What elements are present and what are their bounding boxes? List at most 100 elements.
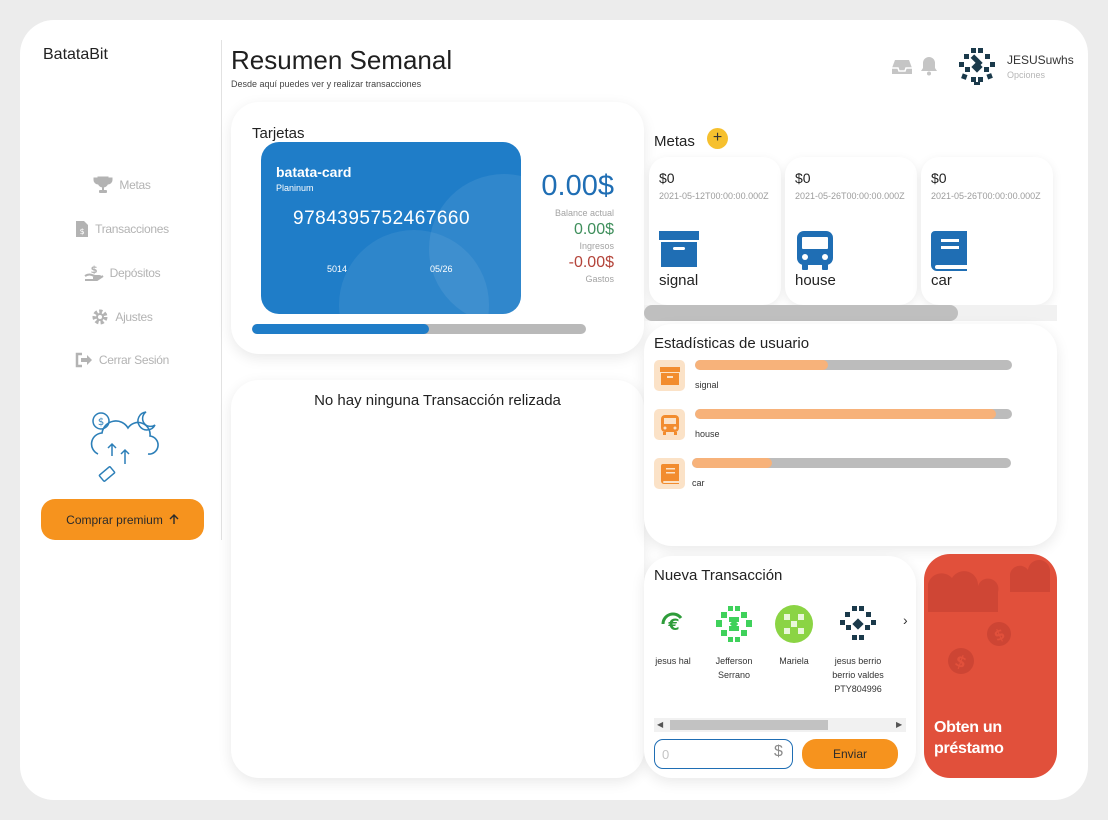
inbox-icon[interactable] <box>891 59 913 75</box>
goal-amount: $0 <box>795 170 811 186</box>
user-name[interactable]: JESUSuwhs <box>1007 53 1074 67</box>
transactions-panel <box>231 380 644 778</box>
stat-icon <box>654 409 685 440</box>
contact-item[interactable]: Jefferson Serrano <box>704 604 764 682</box>
sidebar-item-label: Ajustes <box>115 310 153 324</box>
bus-icon <box>660 414 679 435</box>
stat-icon <box>654 360 685 391</box>
invoice-icon: $ <box>76 221 89 237</box>
stat-bar <box>695 409 1012 419</box>
goal-date: 2021-05-26T00:00:00.000Z <box>795 191 905 201</box>
cards-progress-bar <box>252 324 586 334</box>
card-name: batata-card <box>276 164 352 180</box>
archive-box-icon <box>659 366 680 385</box>
trophy-icon <box>93 176 113 193</box>
contact-item[interactable]: € jesus hal <box>643 604 703 668</box>
goal-name: signal <box>659 272 699 289</box>
send-button[interactable]: Enviar <box>802 739 898 769</box>
bank-card[interactable]: batata-card Planinum 9784395752467660 50… <box>261 142 521 314</box>
buy-premium-button[interactable]: Comprar premium <box>41 499 204 540</box>
goals-title: Metas <box>654 133 695 150</box>
scroll-left-arrow[interactable]: ◀ <box>657 720 663 729</box>
book-icon <box>660 463 679 484</box>
bus-icon <box>797 231 833 270</box>
sidebar-item-cerrar-sesion[interactable]: Cerrar Sesión <box>60 352 184 368</box>
stat-icon <box>654 458 685 489</box>
stat-label: car <box>692 478 705 488</box>
page-title: Resumen Semanal <box>231 45 453 75</box>
stat-bar-fill <box>695 360 829 370</box>
user-avatar[interactable] <box>956 45 998 87</box>
contact-item[interactable]: Mariela <box>764 604 824 668</box>
sidebar-item-label: Transacciones <box>95 222 169 236</box>
sidebar-item-transacciones[interactable]: $ Transacciones <box>60 220 184 238</box>
bell-icon[interactable] <box>920 56 938 76</box>
contact-name: jesus berrio berrio valdes PTY804996 <box>832 656 884 694</box>
hand-coin-icon: $ <box>84 265 104 281</box>
sidebar-item-ajustes[interactable]: Ajustes <box>60 308 184 326</box>
euro-coin-avatar: € <box>661 612 683 634</box>
add-goal-button[interactable]: + <box>707 128 728 149</box>
sidebar-item-metas[interactable]: Metas <box>60 176 184 194</box>
user-options-link[interactable]: Opciones <box>1007 70 1045 80</box>
goal-amount: $0 <box>931 170 947 186</box>
card-cvv: 5014 <box>327 264 348 274</box>
goal-amount: $0 <box>659 170 675 186</box>
scroll-right-arrow[interactable]: ▶ <box>896 720 902 729</box>
svg-text:$: $ <box>98 417 104 428</box>
navy-pattern-avatar <box>840 606 876 640</box>
goal-name: house <box>795 272 836 289</box>
book-icon <box>931 231 967 271</box>
stat-label: house <box>695 429 720 439</box>
goal-date: 2021-05-12T00:00:00.000Z <box>659 191 769 201</box>
cloud-upload-illustration: $ <box>90 411 159 482</box>
contact-item[interactable]: jesus berrio berrio valdes PTY804996 <box>828 604 888 696</box>
transactions-empty-message: No hay ninguna Transacción relizada <box>314 392 561 409</box>
card-expiry: 05/26 <box>430 264 453 274</box>
loan-illustration: $ $ <box>928 559 1051 674</box>
card-type: Planinum <box>276 183 314 193</box>
goal-card[interactable]: $0 2021-05-12T00:00:00.000Z signal <box>649 157 781 305</box>
sidebar-item-label: Metas <box>119 178 151 192</box>
page-subtitle: Desde aquí puedes ver y realizar transac… <box>231 79 422 89</box>
balance-amount: 0.00$ <box>541 170 614 202</box>
gear-icon <box>92 309 108 325</box>
loan-card[interactable]: $ $ Obten un préstamo <box>924 554 1057 778</box>
sidebar-divider <box>221 40 222 540</box>
contacts-overflow-hint: › <box>903 612 908 628</box>
currency-symbol: $ <box>774 743 783 760</box>
green-pattern-avatar <box>716 606 752 642</box>
contact-name: jesus hal <box>655 656 691 666</box>
logout-icon <box>75 352 92 368</box>
sidebar-item-label: Cerrar Sesión <box>98 353 170 367</box>
card-number: 9784395752467660 <box>293 208 471 229</box>
stats-title: Estadísticas de usuario <box>654 335 810 352</box>
sidebar-item-label: Depósitos <box>109 266 161 280</box>
expenses-amount: -0.00$ <box>568 254 614 271</box>
stat-bar <box>692 458 1011 468</box>
contact-name: Mariela <box>779 656 809 666</box>
balance-label: Balance actual <box>554 208 614 218</box>
goals-scrollbar-thumb[interactable] <box>644 305 958 321</box>
cards-title: Tarjetas <box>252 125 305 142</box>
stat-bar-fill <box>692 458 772 468</box>
lime-pattern-avatar <box>775 605 813 643</box>
archive-box-icon <box>659 231 699 267</box>
svg-text:$: $ <box>80 227 85 236</box>
cards-progress-fill <box>252 324 430 334</box>
amount-input[interactable] <box>654 739 793 769</box>
goal-card[interactable]: $0 2021-05-26T00:00:00.000Z car <box>921 157 1053 305</box>
contacts-scrollbar-thumb[interactable] <box>670 720 828 730</box>
stat-label: signal <box>695 380 719 390</box>
income-label: Ingresos <box>579 241 614 251</box>
contact-name: Jefferson Serrano <box>715 656 753 680</box>
brand-logo: BatataBit <box>43 46 108 63</box>
stat-bar-fill <box>695 409 997 419</box>
goal-name: car <box>931 272 952 289</box>
svg-text:€: € <box>667 615 679 634</box>
income-amount: 0.00$ <box>573 221 614 238</box>
sidebar-item-depositos[interactable]: $ Depósitos <box>60 264 184 282</box>
goal-card[interactable]: $0 2021-05-26T00:00:00.000Z house <box>785 157 917 305</box>
buy-premium-label: Comprar premium <box>66 512 163 527</box>
new-transaction-title: Nueva Transacción <box>654 567 783 584</box>
